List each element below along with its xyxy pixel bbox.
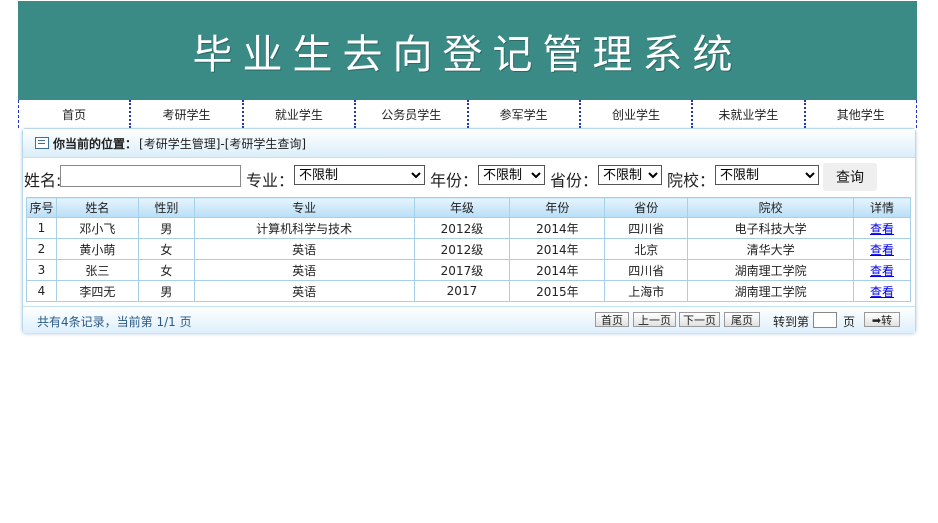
cell-province: 四川省 [604,259,689,281]
year-select[interactable]: 不限制 [478,165,545,185]
view-detail-link[interactable]: 查看 [870,264,894,278]
cell-grade: 2012级 [413,217,511,239]
pager-bar: 共有4条记录，当前第 1/1 页 首页 上一页 下一页 尾页 转到第 页 ➡转 [23,306,915,333]
col-header-school: 院校 [687,197,854,218]
year-label: 年份： [430,171,479,190]
col-header-year: 年份 [509,197,606,218]
name-input[interactable] [60,165,241,187]
cell-name: 黄小萌 [55,238,139,260]
col-header-name: 姓名 [55,197,139,218]
cell-major: 计算机科学与技术 [193,217,415,239]
nav-item-unemployed[interactable]: 未就业学生 [693,100,806,128]
cell-gender: 女 [137,259,195,281]
cell-gender: 男 [137,217,195,239]
last-page-button[interactable]: 尾页 [724,312,760,327]
nav-item-civil-servant[interactable]: 公务员学生 [356,100,469,128]
location-bar: 你当前的位置： [考研学生管理]-[考研学生查询] [23,129,915,158]
cell-index: 4 [26,280,57,302]
cell-school: 湖南理工学院 [687,280,854,302]
next-page-button[interactable]: 下一页 [679,312,720,327]
cell-gender: 女 [137,238,195,260]
location-label: 你当前的位置： [53,136,138,151]
view-detail-link[interactable]: 查看 [870,222,894,236]
cell-year: 2014年 [509,238,606,260]
school-label: 院校： [667,171,716,190]
cell-name: 邓小飞 [55,217,139,239]
nav-item-home[interactable]: 首页 [19,100,132,128]
province-select[interactable]: 不限制 [598,165,662,185]
col-header-gender: 性别 [137,197,195,218]
cell-year: 2014年 [509,217,606,239]
cell-gender: 男 [137,280,195,302]
nav-item-employed[interactable]: 就业学生 [244,100,357,128]
cell-school: 湖南理工学院 [687,259,854,281]
table-row: 1 邓小飞 男 计算机科学与技术 2012级 2014年 四川省 电子科技大学 … [26,217,912,239]
nav-item-entrepreneur[interactable]: 创业学生 [581,100,694,128]
cell-index: 2 [26,238,57,260]
province-label: 省份： [550,171,599,190]
list-icon [35,137,49,149]
cell-major: 英语 [193,259,415,281]
header-banner: 毕业生去向登记管理系统 [18,1,917,100]
main-nav: 首页 考研学生 就业学生 公务员学生 参军学生 创业学生 未就业学生 其他学生 [18,100,917,128]
name-label: 姓名: [24,171,62,190]
cell-major: 英语 [193,280,415,302]
col-header-province: 省份 [604,197,689,218]
query-button[interactable]: 查询 [823,163,877,191]
view-detail-link[interactable]: 查看 [870,285,894,299]
nav-item-other[interactable]: 其他学生 [806,100,917,128]
goto-page-input[interactable] [813,312,837,328]
nav-item-postgraduate[interactable]: 考研学生 [131,100,244,128]
student-table: 序号 姓名 性别 专业 年级 年份 省份 院校 详情 1 邓小飞 男 计算机科学… [26,197,912,302]
goto-label: 转到第 [773,315,810,329]
school-select[interactable]: 不限制 [715,165,819,185]
cell-index: 1 [26,217,57,239]
table-row: 2 黄小萌 女 英语 2012级 2014年 北京 清华大学 查看 [26,238,912,260]
table-row: 3 张三 女 英语 2017级 2014年 四川省 湖南理工学院 查看 [26,259,912,281]
table-row: 4 李四无 男 英语 2017 2015年 上海市 湖南理工学院 查看 [26,280,912,302]
cell-grade: 2017 [413,280,511,302]
cell-name: 李四无 [55,280,139,302]
record-count: 共有4条记录，当前第 1/1 页 [37,315,192,329]
system-title: 毕业生去向登记管理系统 [192,31,743,78]
cell-detail: 查看 [852,238,912,260]
cell-year: 2015年 [509,280,606,302]
view-detail-link[interactable]: 查看 [870,243,894,257]
col-header-grade: 年级 [413,197,511,218]
cell-year: 2014年 [509,259,606,281]
col-header-major: 专业 [193,197,415,218]
cell-detail: 查看 [852,217,912,239]
cell-grade: 2017级 [413,259,511,281]
col-header-detail: 详情 [852,197,912,218]
cell-school: 清华大学 [687,238,854,260]
cell-detail: 查看 [852,259,912,281]
cell-province: 四川省 [604,217,689,239]
col-header-index: 序号 [26,197,57,218]
cell-index: 3 [26,259,57,281]
location-path: [考研学生管理]-[考研学生查询] [139,136,307,151]
cell-school: 电子科技大学 [687,217,854,239]
nav-item-military[interactable]: 参军学生 [469,100,581,128]
prev-page-button[interactable]: 上一页 [633,312,676,327]
cell-province: 北京 [604,238,689,260]
cell-detail: 查看 [852,280,912,302]
goto-button[interactable]: ➡转 [864,312,900,327]
cell-grade: 2012级 [413,238,511,260]
page-unit-label: 页 [843,315,856,329]
search-form: 姓名: 专业： 不限制 年份： 不限制 省份： 不限制 院校： 不限制 查询 [0,162,938,192]
table-header-row: 序号 姓名 性别 专业 年级 年份 省份 院校 详情 [26,197,912,218]
cell-name: 张三 [55,259,139,281]
first-page-button[interactable]: 首页 [595,312,629,327]
major-label: 专业： [246,171,295,190]
major-select[interactable]: 不限制 [294,165,425,185]
cell-major: 英语 [193,238,415,260]
cell-province: 上海市 [604,280,689,302]
